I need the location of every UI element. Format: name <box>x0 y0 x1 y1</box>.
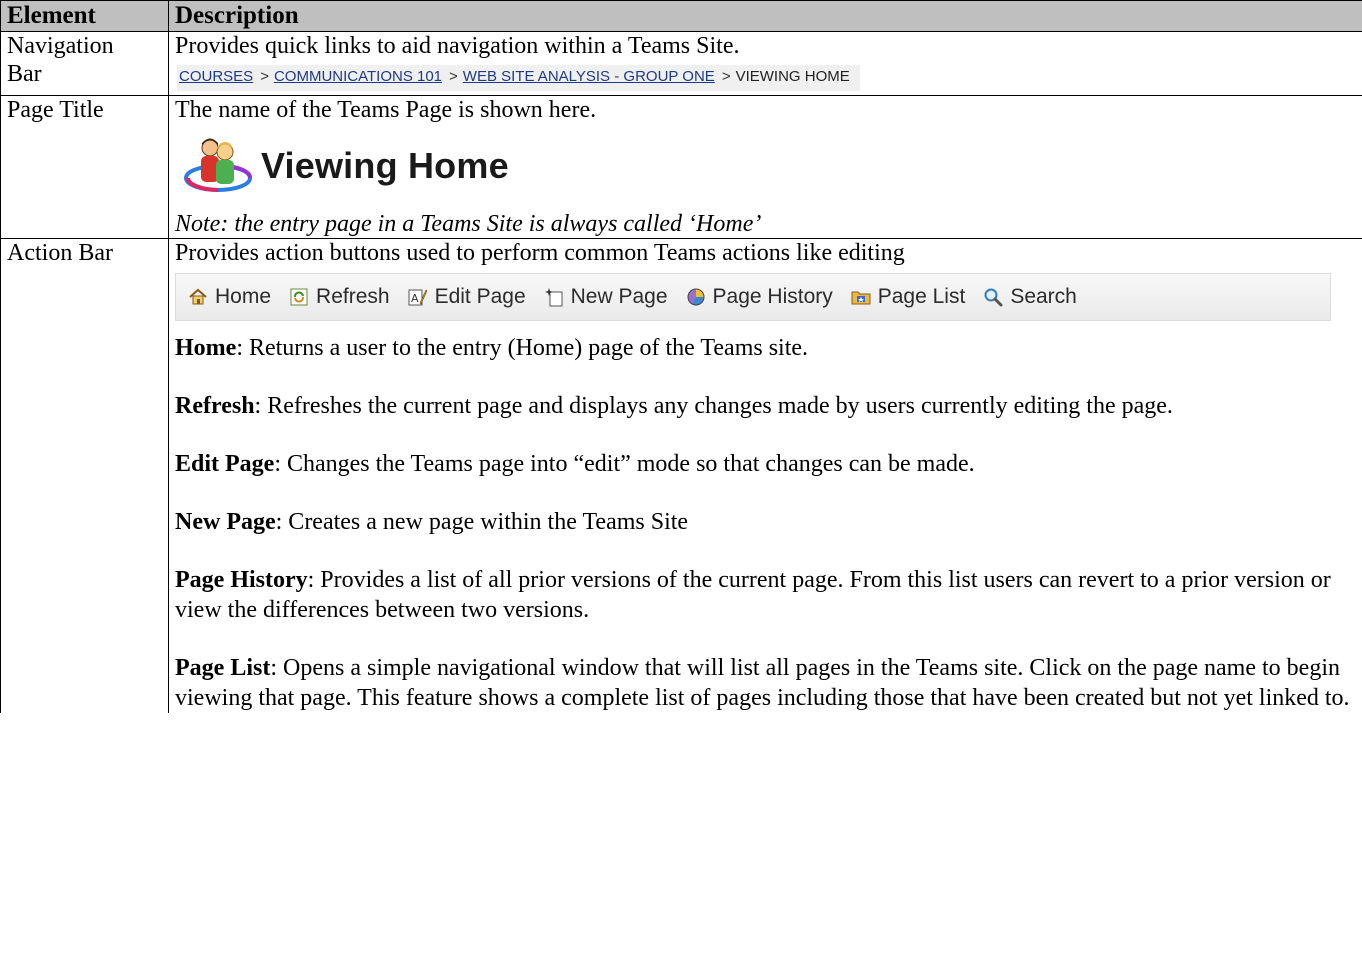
page-title-note: Note: the entry page in a Teams Site is … <box>175 211 762 237</box>
definition-refresh: Refresh: Refreshes the current page and … <box>175 391 1356 421</box>
new-page-button-label: New Page <box>570 285 668 308</box>
table-header-row: Element Description <box>0 0 1362 32</box>
page-title: Viewing Home <box>261 145 509 186</box>
home-icon <box>189 288 207 305</box>
definition-home: Home: Returns a user to the entry (Home)… <box>175 333 1356 363</box>
element-description-table: Element Description Navigation Bar Provi… <box>0 0 1362 713</box>
search-icon <box>984 288 1003 307</box>
definition-text: : Refreshes the current page and display… <box>254 393 1173 419</box>
definition-text: : Changes the Teams page into “edit” mod… <box>274 451 975 477</box>
navigation-description: Provides quick links to aid navigation w… <box>175 33 740 59</box>
team-people-icon <box>184 138 252 192</box>
page-title-description: The name of the Teams Page is shown here… <box>175 97 597 123</box>
refresh-button-label: Refresh <box>316 285 390 308</box>
page-title-preview: Viewing Home <box>183 126 1356 206</box>
definition-term: Edit Page <box>175 451 275 477</box>
page-history-icon <box>687 288 705 306</box>
breadcrumb-separator: > <box>449 68 458 85</box>
element-cell: Navigation Bar <box>0 31 169 96</box>
action-definitions: Home: Returns a user to the entry (Home)… <box>175 329 1356 713</box>
definition-term: Home <box>175 335 237 361</box>
edit-page-button-label: Edit Page <box>434 285 526 308</box>
edit-page-button[interactable]: A Edit Page <box>408 283 526 311</box>
search-button-label: Search <box>1010 285 1077 308</box>
definition-edit-page: Edit Page: Changes the Teams page into “… <box>175 449 1356 479</box>
home-button-label: Home <box>215 285 272 308</box>
definition-term: Refresh <box>175 393 255 419</box>
breadcrumb-link-courses[interactable]: COURSES <box>179 68 253 85</box>
description-cell: Provides quick links to aid navigation w… <box>168 31 1362 96</box>
page-list-button-label: Page List <box>877 285 966 308</box>
definition-text: : Returns a user to the entry (Home) pag… <box>236 335 809 361</box>
header-element: Element <box>0 0 169 32</box>
definition-text: : Creates a new page within the Teams Si… <box>275 509 689 535</box>
new-page-button[interactable]: New Page <box>544 283 668 311</box>
breadcrumb-link-communications-101[interactable]: COMMUNICATIONS 101 <box>274 68 442 85</box>
home-button[interactable]: Home <box>188 283 271 311</box>
element-label: Action Bar <box>7 240 113 266</box>
description-cell: Provides action buttons used to perform … <box>168 238 1362 713</box>
edit-page-icon: A <box>408 289 427 306</box>
element-label: Page Title <box>7 97 104 123</box>
svg-text:A: A <box>411 292 419 305</box>
refresh-icon <box>290 288 308 306</box>
breadcrumb: COURSES > COMMUNICATIONS 101 > WEB SITE ANAL… <box>177 65 860 91</box>
element-cell: Action Bar <box>0 238 169 713</box>
action-bar: Home Refresh A Edit Page New Page Page H… <box>175 273 1331 321</box>
definition-new-page: New Page: Creates a new page within the … <box>175 507 1356 537</box>
header-description: Description <box>168 0 1362 32</box>
description-cell: The name of the Teams Page is shown here… <box>168 95 1362 239</box>
definition-term: Page List <box>175 655 271 681</box>
action-bar-description: Provides action buttons used to perform … <box>175 240 905 266</box>
definition-page-history: Page History: Provides a list of all pri… <box>175 565 1356 625</box>
breadcrumb-link-web-site-analysis[interactable]: WEB SITE ANALYSIS - GROUP ONE <box>463 68 715 85</box>
definition-text: : Provides a list of all prior versions … <box>175 567 1331 623</box>
breadcrumb-current: VIEWING HOME <box>735 68 850 85</box>
breadcrumb-separator: > <box>260 68 269 85</box>
page-list-button[interactable]: Page List <box>851 283 966 311</box>
table-row-page-title: Page Title The name of the Teams Page is… <box>0 95 1362 239</box>
table-row-action-bar: Action Bar Provides action buttons used … <box>0 238 1362 713</box>
table-row-navigation-bar: Navigation Bar Provides quick links to a… <box>0 31 1362 96</box>
definition-term: Page History <box>175 567 308 593</box>
definition-term: New Page <box>175 509 276 535</box>
definition-page-list: Page List: Opens a simple navigational w… <box>175 653 1356 713</box>
definition-text: : Opens a simple navigational window tha… <box>175 655 1350 711</box>
refresh-button[interactable]: Refresh <box>289 283 390 311</box>
element-label-line2: Bar <box>7 61 42 87</box>
breadcrumb-separator: > <box>721 68 731 85</box>
search-button[interactable]: Search <box>983 283 1077 311</box>
new-page-icon <box>544 288 563 307</box>
page-history-button-label: Page History <box>712 285 833 308</box>
page-history-button[interactable]: Page History <box>686 283 833 311</box>
page-list-icon <box>851 291 871 305</box>
element-label-line1: Navigation <box>7 33 114 59</box>
element-cell: Page Title <box>0 95 169 239</box>
